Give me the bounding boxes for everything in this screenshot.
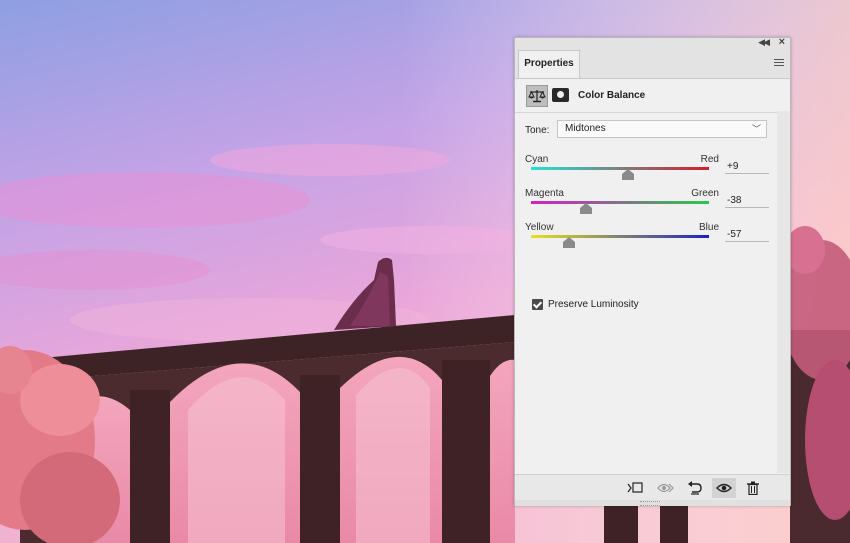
adjustment-header: Color Balance [524,84,772,108]
slider-left-label: Magenta [525,188,564,199]
slider-left-label: Cyan [525,154,549,165]
slider-value-input[interactable]: -38 [725,193,769,208]
clip-to-layer-icon[interactable] [623,478,647,498]
panel-footer [515,474,790,501]
tone-label: Tone: [525,125,550,136]
slider-magenta-green: Magenta Green -38 [525,188,769,218]
tone-selected-value: Midtones [565,123,606,134]
panel-content: Color Balance Tone: Midtones ﹀ Cyan Red … [515,79,777,474]
tone-dropdown[interactable]: Midtones ﹀ [557,120,767,138]
view-previous-state-icon[interactable] [653,478,677,498]
delete-icon[interactable] [742,478,766,498]
tab-properties[interactable]: Properties [518,50,580,78]
slider-right-label: Green [691,188,719,199]
chevron-down-icon: ﹀ [751,124,761,134]
slider-right-label: Blue [698,222,719,233]
panel-scrollbar[interactable] [777,111,790,473]
slider-value-input[interactable]: -57 [725,227,769,242]
preserve-luminosity-label: Preserve Luminosity [548,299,639,310]
header-divider [515,112,777,113]
close-icon[interactable]: × [779,36,785,48]
slider-track[interactable] [531,167,709,170]
panel-resize-grip[interactable] [515,500,790,506]
slider-cyan-red: Cyan Red +9 [525,154,769,184]
slider-right-label: Red [700,154,719,165]
slider-track[interactable] [531,235,709,238]
preserve-luminosity-checkbox[interactable] [532,299,543,310]
slider-left-label: Yellow [525,222,554,233]
panel-titlebar[interactable]: ◀◀ × [515,36,790,50]
visibility-icon[interactable] [712,478,736,498]
collapse-icon[interactable]: ◀◀ [758,37,770,48]
color-balance-icon[interactable] [526,85,548,107]
slider-track[interactable] [531,201,709,204]
panel-menu-icon[interactable] [774,59,784,68]
slider-value-input[interactable]: +9 [725,159,769,174]
panel-tab-row: Properties [515,50,790,79]
properties-panel: ◀◀ × Properties Color Balance Tone: Midt… [514,36,791,506]
slider-yellow-blue: Yellow Blue -57 [525,222,769,252]
layer-mask-icon[interactable] [552,88,569,102]
reset-icon[interactable] [683,478,707,498]
adjustment-title: Color Balance [578,90,646,101]
